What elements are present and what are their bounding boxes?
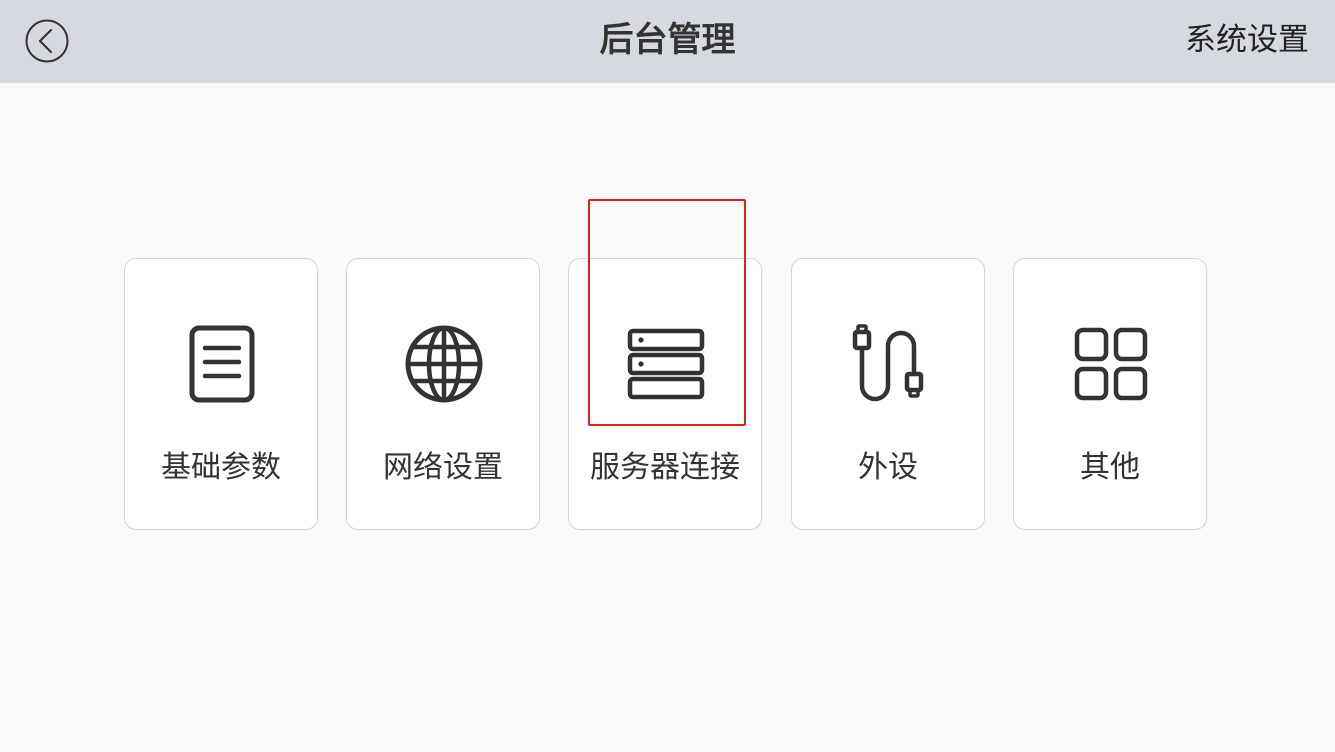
main-content: 基础参数 网络设置 服务器连接 外设 其他 [0,83,1335,752]
menu-card-server-connection[interactable]: 服务器连接 [568,258,762,530]
page-title: 后台管理 [599,20,736,60]
menu-card-label: 网络设置 [383,450,503,485]
globe-icon [405,325,483,403]
document-list-icon [189,325,255,403]
menu-card-other[interactable]: 其他 [1013,258,1207,530]
server-icon [627,328,705,400]
menu-card-network-settings[interactable]: 网络设置 [346,258,540,530]
system-settings-link[interactable]: 系统设置 [1185,0,1309,83]
chevron-left-circle-icon[interactable] [25,19,69,63]
menu-card-label: 其他 [1080,450,1140,485]
usb-cable-icon [852,324,924,402]
menu-card-basic-params[interactable]: 基础参数 [124,258,318,530]
top-bar: 后台管理 系统设置 [0,0,1335,83]
menu-card-label: 外设 [858,450,918,485]
menu-card-peripherals[interactable]: 外设 [791,258,985,530]
menu-card-label: 服务器连接 [590,450,740,485]
menu-card-label: 基础参数 [161,450,281,485]
back-button[interactable] [25,19,69,63]
grid-apps-icon [1074,327,1148,401]
